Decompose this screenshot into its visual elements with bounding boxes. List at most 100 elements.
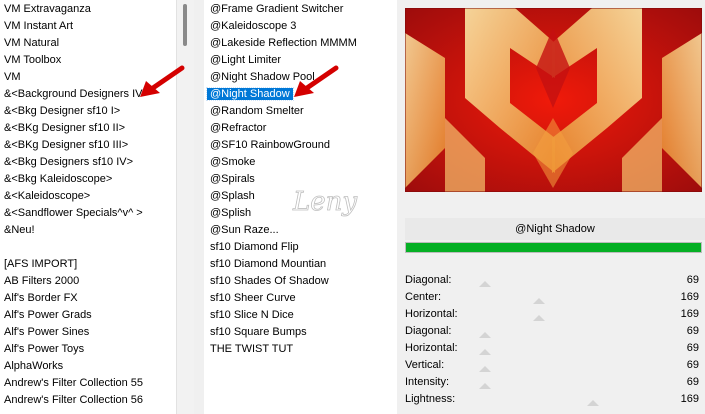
scrollbar-thumb[interactable] — [183, 4, 187, 46]
filter-preview-image — [405, 8, 702, 192]
red-pointer-arrow-icon — [294, 65, 339, 97]
filter-item[interactable]: sf10 Sheer Curve — [210, 290, 397, 307]
render-progress-bar — [405, 242, 702, 253]
slider-thumb-icon[interactable] — [479, 383, 491, 389]
parameter-value: 69 — [686, 359, 699, 371]
parameter-label: Horizontal: — [405, 308, 458, 320]
filter-item[interactable]: sf10 Slice N Dice — [210, 307, 397, 324]
category-item[interactable] — [4, 239, 176, 256]
kaleidoscope-pattern-graphic — [405, 8, 702, 192]
category-item[interactable]: &<Bkg Designers sf10 IV> — [4, 154, 176, 171]
filter-item-label: @Random Smelter — [210, 105, 304, 117]
filter-item-label: @Splish — [210, 207, 252, 219]
category-items: VM Extravaganza VM Instant Art VM Natural V… — [0, 0, 176, 409]
parameter-label: Horizontal: — [405, 342, 458, 354]
parameter-slider[interactable]: Diagonal: 69 — [405, 272, 702, 289]
filter-item[interactable]: @Refractor — [210, 120, 397, 137]
parameter-slider[interactable]: Lightness: 169 — [405, 391, 702, 408]
parameter-slider[interactable]: Horizontal: 169 — [405, 306, 702, 323]
filter-parameters: Diagonal: 69 Center: 169 Horizontal: 169 Diago… — [405, 272, 702, 408]
slider-thumb-icon[interactable] — [533, 298, 545, 304]
filter-item[interactable]: @Frame Gradient Switcher — [210, 1, 397, 18]
filter-item[interactable]: @Smoke — [210, 154, 397, 171]
parameter-value: 69 — [686, 376, 699, 388]
parameter-value: 69 — [686, 325, 699, 337]
filter-item-label: THE TWIST TUT — [210, 343, 294, 355]
category-item[interactable]: &<Bkg Designer sf10 I> — [4, 103, 176, 120]
filter-item-label: sf10 Diamond Flip — [210, 241, 299, 253]
filter-item-label: sf10 Sheer Curve — [210, 292, 296, 304]
filter-item-label: sf10 Slice N Dice — [210, 309, 294, 321]
category-item[interactable]: &<Kaleidoscope> — [4, 188, 176, 205]
category-item[interactable]: &<BKg Designer sf10 III> — [4, 137, 176, 154]
parameter-value: 69 — [686, 342, 699, 354]
filter-item-label: @Kaleidoscope 3 — [210, 20, 297, 32]
filter-item[interactable]: @SF10 RainbowGround — [210, 137, 397, 154]
slider-thumb-icon[interactable] — [479, 366, 491, 372]
progress-fill — [406, 243, 701, 252]
category-item[interactable]: &<Bkg Kaleidoscope> — [4, 171, 176, 188]
category-item[interactable]: Andrew's Filter Collection 55 — [4, 375, 176, 392]
category-item[interactable]: Alf's Border FX — [4, 290, 176, 307]
slider-thumb-icon[interactable] — [479, 349, 491, 355]
parameter-label: Vertical: — [405, 359, 445, 371]
category-item[interactable]: Alf's Power Sines — [4, 324, 176, 341]
category-item[interactable]: VM Natural — [4, 35, 176, 52]
category-item[interactable]: &<Sandflower Specials^v^ > — [4, 205, 176, 222]
signature-watermark: Leny — [292, 187, 358, 218]
filter-item[interactable]: @Lakeside Reflection MMMM — [210, 35, 397, 52]
filter-item-label: @Light Limiter — [210, 54, 282, 66]
filter-item[interactable]: THE TWIST TUT — [210, 341, 397, 358]
parameter-label: Center: — [405, 291, 442, 303]
filter-item-label: @SF10 RainbowGround — [210, 139, 331, 151]
category-item[interactable]: AB Filters 2000 — [4, 273, 176, 290]
slider-thumb-icon[interactable] — [533, 315, 545, 321]
svg-text:Leny: Leny — [292, 187, 357, 217]
category-item[interactable]: &Neu! — [4, 222, 176, 239]
selected-filter-name: @Night Shadow — [405, 218, 705, 240]
filter-item[interactable]: sf10 Diamond Flip — [210, 239, 397, 256]
filter-item[interactable]: sf10 Diamond Mountian — [210, 256, 397, 273]
category-item[interactable]: Alf's Power Toys — [4, 341, 176, 358]
filter-item-label: @Splash — [210, 190, 255, 202]
category-item[interactable]: Alf's Power Grads — [4, 307, 176, 324]
category-item[interactable]: [AFS IMPORT] — [4, 256, 176, 273]
parameter-slider[interactable]: Center: 169 — [405, 289, 702, 306]
parameter-value: 169 — [680, 308, 699, 320]
slider-thumb-icon[interactable] — [479, 281, 491, 287]
filter-item[interactable]: sf10 Shades Of Shadow — [210, 273, 397, 290]
parameter-label: Diagonal: — [405, 325, 452, 337]
filter-item-label: @Sun Raze... — [210, 224, 279, 236]
category-list-scrollbar[interactable] — [176, 0, 194, 414]
filter-item[interactable]: sf10 Square Bumps — [210, 324, 397, 341]
parameter-value: 169 — [680, 393, 699, 405]
filter-item-label: @Refractor — [210, 122, 267, 134]
slider-thumb-icon[interactable] — [479, 332, 491, 338]
slider-thumb-icon[interactable] — [587, 400, 599, 406]
red-pointer-arrow-icon — [140, 65, 185, 97]
parameter-label: Lightness: — [405, 393, 456, 405]
filter-category-list[interactable]: VM Extravaganza VM Instant Art VM Natural V… — [0, 0, 176, 414]
category-item[interactable]: AlphaWorks — [4, 358, 176, 375]
filter-item-label: @Frame Gradient Switcher — [210, 3, 344, 15]
parameter-value: 169 — [680, 291, 699, 303]
filter-item[interactable]: @Random Smelter — [210, 103, 397, 120]
filter-item-label: @Lakeside Reflection MMMM — [210, 37, 357, 49]
category-item[interactable]: VM Extravaganza — [4, 1, 176, 18]
parameter-slider[interactable]: Diagonal: 69 — [405, 323, 702, 340]
parameter-slider[interactable]: Horizontal: 69 — [405, 340, 702, 357]
parameter-label: Diagonal: — [405, 274, 452, 286]
filter-item-label: @Night Shadow — [206, 87, 294, 101]
category-item[interactable]: Andrew's Filter Collection 56 — [4, 392, 176, 409]
parameter-slider[interactable]: Vertical: 69 — [405, 357, 702, 374]
filter-item[interactable]: @Kaleidoscope 3 — [210, 18, 397, 35]
category-item[interactable]: &<BKg Designer sf10 II> — [4, 120, 176, 137]
filter-item-label: sf10 Diamond Mountian — [210, 258, 327, 270]
parameter-slider[interactable]: Intensity: 69 — [405, 374, 702, 391]
filter-item-label: @Spirals — [210, 173, 255, 185]
filter-item-label: sf10 Shades Of Shadow — [210, 275, 329, 287]
category-item[interactable]: VM Instant Art — [4, 18, 176, 35]
filter-preview-panel: @Night Shadow Diagonal: 69 Center: 169 Horiz… — [397, 0, 705, 414]
list-divider — [194, 0, 204, 414]
filter-item-label: @Smoke — [210, 156, 256, 168]
